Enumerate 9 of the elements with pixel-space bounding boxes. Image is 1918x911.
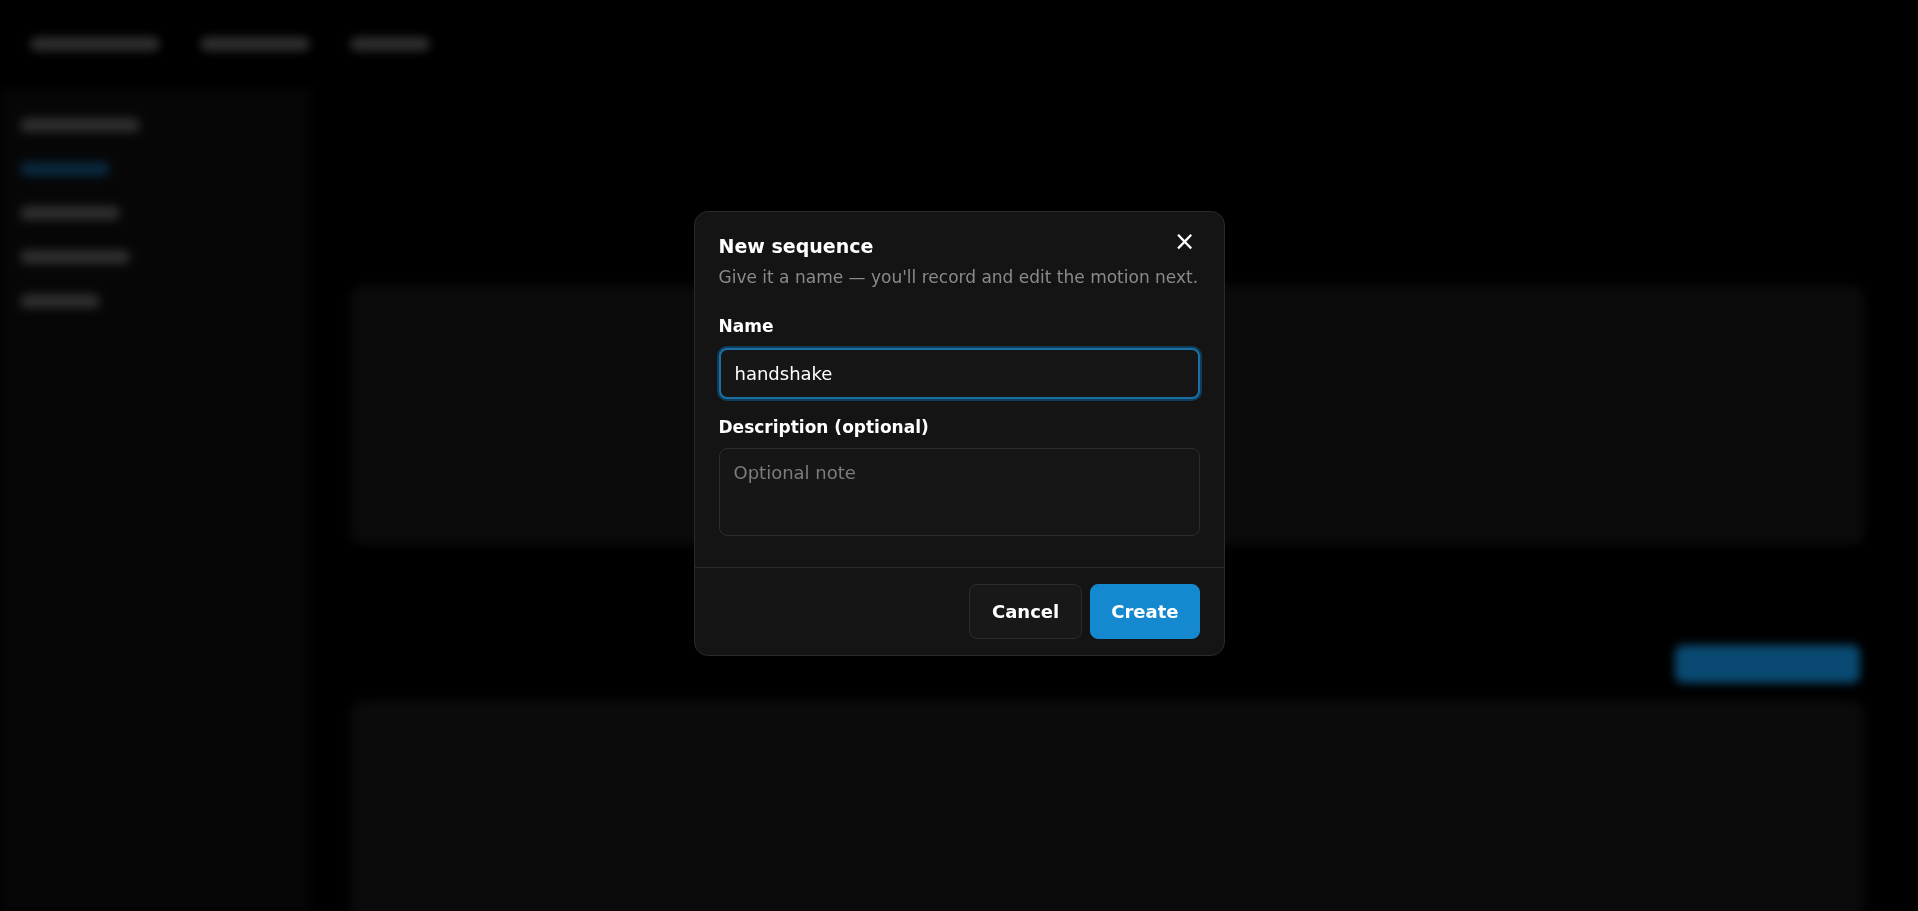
dialog-description: Give it a name — you'll record and edit the motion next. (718, 265, 1200, 289)
create-button[interactable]: Create (1090, 584, 1200, 639)
dialog-title: New sequence (718, 234, 874, 259)
cancel-button[interactable]: Cancel (969, 584, 1083, 639)
close-button[interactable]: × (1169, 228, 1200, 254)
field-label: Name (718, 315, 775, 338)
field-label: Description (optional) (718, 415, 930, 439)
name-field[interactable]: handshake (718, 347, 1200, 399)
description-field[interactable]: Optional note (718, 448, 1200, 536)
